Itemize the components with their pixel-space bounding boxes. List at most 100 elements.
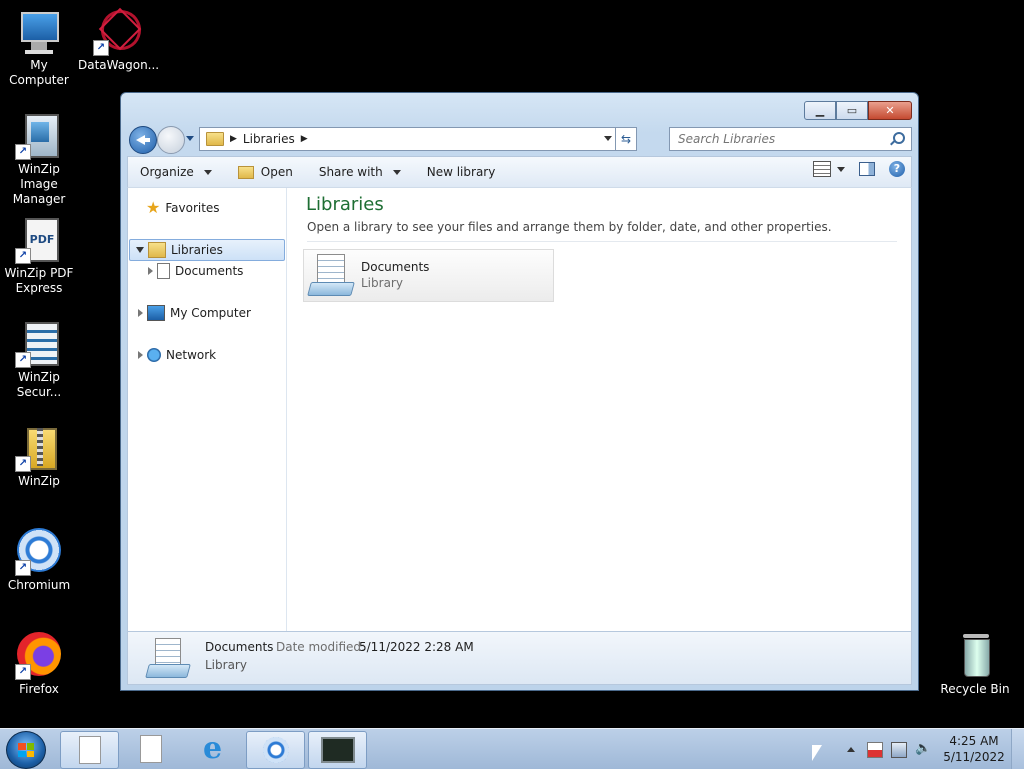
recycle-bin-icon — [951, 632, 999, 680]
window-caption-buttons: ▁ ▭ ✕ — [804, 101, 912, 120]
volume-icon[interactable]: 🔈 — [915, 742, 931, 756]
desktop-icon-chromium[interactable]: ↗ Chromium — [0, 528, 78, 593]
breadcrumb-libraries[interactable]: Libraries — [243, 132, 295, 146]
minimize-icon: ▁ — [815, 104, 825, 117]
computer-icon — [15, 8, 63, 56]
breadcrumb-separator-icon[interactable]: ▶ — [301, 134, 308, 144]
network-icon — [147, 348, 161, 362]
desktop-icon-label: Chromium — [7, 578, 71, 592]
library-kind: Library — [361, 276, 403, 290]
shortcut-arrow-icon: ↗ — [15, 144, 31, 160]
desktop-icon-winzip-secure[interactable]: ↗ WinZip Secur... — [0, 320, 78, 400]
back-button[interactable] — [129, 126, 157, 154]
expanded-arrow-icon[interactable] — [136, 247, 144, 253]
desktop-icon-my-computer[interactable]: My Computer — [0, 8, 78, 88]
desktop-icon-firefox[interactable]: ↗ Firefox — [0, 632, 78, 697]
preview-pane-icon[interactable] — [859, 162, 875, 176]
shortcut-arrow-icon: ↗ — [15, 248, 31, 264]
firefox-icon: ↗ — [15, 632, 63, 680]
chromium-icon — [262, 737, 289, 763]
terminal-app-icon — [320, 737, 355, 763]
search-icon[interactable] — [893, 132, 905, 144]
winzip-secure-icon: ↗ — [15, 320, 63, 368]
minimize-button[interactable]: ▁ — [804, 101, 836, 120]
share-with-button[interactable]: Share with — [309, 157, 411, 187]
change-view-button[interactable] — [813, 161, 845, 177]
navigation-bar: ▶ Libraries ▶ ⇆ — [129, 126, 912, 154]
recent-pages-dropdown[interactable] — [186, 136, 194, 141]
action-center-flag-icon[interactable] — [867, 742, 883, 758]
taskbar-clock[interactable]: 4:25 AM 5/11/2022 — [940, 733, 1008, 765]
favorites-star-icon: ★ — [146, 198, 161, 217]
network-tray-icon[interactable] — [891, 742, 907, 758]
address-bar[interactable]: ▶ Libraries ▶ ⇆ — [199, 127, 637, 151]
search-box[interactable] — [669, 127, 912, 151]
desktop-icon-datawagon[interactable]: ↗ DataWagon... — [78, 4, 159, 73]
address-dropdown-icon[interactable] — [604, 136, 612, 141]
command-bar: Organize Open Share with New library ? — [127, 156, 912, 187]
collapsed-arrow-icon[interactable] — [138, 309, 143, 317]
content-pane: Libraries Open a library to see your fil… — [288, 188, 911, 632]
nav-documents[interactable]: Documents — [148, 261, 243, 281]
shortcut-arrow-icon: ↗ — [93, 40, 109, 56]
chromium-icon: ↗ — [15, 528, 63, 576]
collapsed-arrow-icon[interactable] — [138, 351, 143, 359]
taskbar-internet-explorer-button[interactable]: e — [184, 731, 241, 767]
organize-label: Organize — [140, 165, 194, 179]
nav-libraries[interactable]: Libraries — [129, 239, 285, 261]
libraries-folder-icon — [206, 132, 224, 146]
organize-button[interactable]: Organize — [128, 157, 222, 187]
shortcut-arrow-icon: ↗ — [15, 456, 31, 472]
details-pane: Documents Date modified: 5/11/2022 2:28 … — [127, 631, 912, 685]
view-options-icon — [813, 161, 831, 177]
documents-library-icon — [307, 252, 355, 298]
details-modified-value: 5/11/2022 2:28 AM — [359, 640, 474, 654]
desktop-icon-winzip-image-manager[interactable]: ↗ WinZip Image Manager — [0, 112, 78, 207]
details-name: Documents — [205, 640, 274, 654]
internet-explorer-icon: e — [202, 731, 223, 766]
datawagon-icon: ↗ — [93, 4, 147, 56]
computer-icon — [147, 305, 165, 321]
start-button[interactable] — [6, 731, 46, 769]
taskbar-explorer-button[interactable] — [60, 731, 119, 769]
show-desktop-button[interactable] — [1011, 729, 1024, 769]
nav-favorites[interactable]: ★ Favorites — [146, 198, 220, 218]
taskbar-chromium-button[interactable] — [246, 731, 305, 769]
open-button[interactable]: Open — [228, 157, 303, 187]
refresh-button[interactable]: ⇆ — [615, 128, 636, 150]
shortcut-arrow-icon: ↗ — [15, 560, 31, 576]
library-name: Documents — [361, 260, 430, 274]
nav-my-computer[interactable]: My Computer — [138, 303, 251, 323]
explorer-window: ▁ ▭ ✕ ▶ Libraries ▶ ⇆ Organize Open — [120, 92, 919, 691]
collapsed-arrow-icon[interactable] — [148, 267, 153, 275]
show-hidden-icons-button[interactable] — [847, 747, 855, 752]
breadcrumb-separator-icon[interactable]: ▶ — [230, 134, 237, 144]
desktop-icon-winzip[interactable]: ↗ WinZip — [0, 424, 78, 489]
nav-my-computer-label: My Computer — [170, 306, 251, 320]
open-folder-icon — [237, 165, 254, 179]
search-input[interactable] — [676, 128, 880, 150]
windows-logo-icon — [18, 743, 34, 757]
taskbar-document-button[interactable] — [122, 731, 179, 767]
desktop-icon-recycle-bin[interactable]: Recycle Bin — [936, 632, 1014, 697]
share-with-label: Share with — [318, 165, 383, 179]
forward-button[interactable] — [157, 126, 185, 154]
desktop-icon-label: My Computer — [9, 58, 69, 87]
desktop-icon-winzip-pdf-express[interactable]: PDF ↗ WinZip PDF Express — [0, 216, 78, 296]
chevron-down-icon — [837, 166, 845, 172]
chevron-down-icon — [203, 169, 212, 175]
open-label: Open — [260, 165, 293, 179]
library-tile-documents[interactable]: Documents Library — [303, 249, 554, 302]
close-button[interactable]: ✕ — [868, 101, 912, 120]
new-library-button[interactable]: New library — [417, 157, 506, 187]
divider — [307, 241, 897, 242]
libraries-icon — [148, 242, 166, 258]
details-modified-label: Date modified: — [276, 640, 366, 654]
new-library-label: New library — [426, 165, 496, 179]
maximize-button[interactable]: ▭ — [836, 101, 868, 120]
taskbar-app-button[interactable] — [308, 731, 367, 769]
help-icon[interactable]: ? — [889, 161, 905, 177]
clock-date: 5/11/2022 — [943, 750, 1005, 764]
shortcut-arrow-icon: ↗ — [15, 352, 31, 368]
nav-network[interactable]: Network — [138, 345, 216, 365]
